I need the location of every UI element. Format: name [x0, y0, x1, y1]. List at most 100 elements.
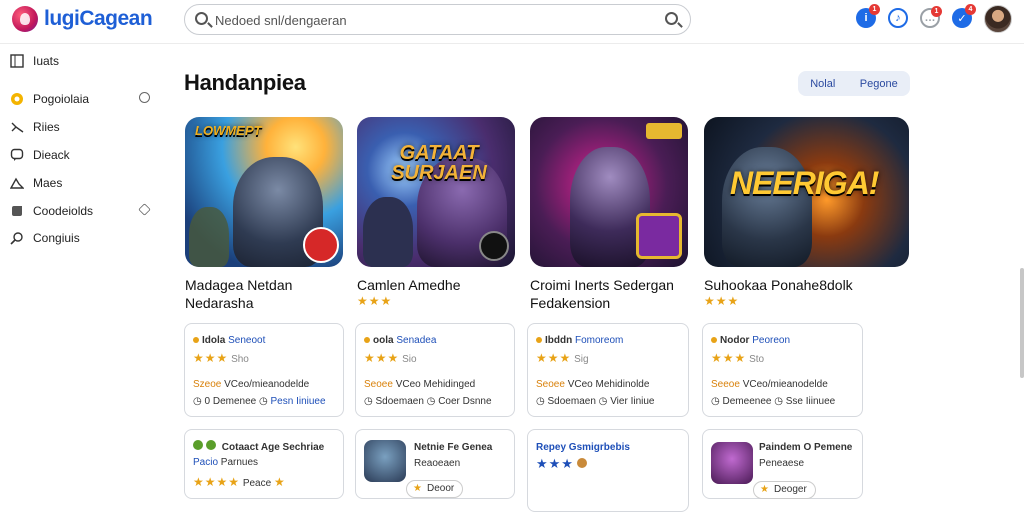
thumb-text: GATAAT SURJAEN — [391, 142, 487, 184]
sidebar-item-congiuis[interactable]: Congiuis — [10, 228, 160, 248]
review-foot-right[interactable]: Coer Dsnne — [438, 396, 491, 407]
badge-icon — [303, 227, 339, 263]
review-desc: VCeo Mehidinolde — [567, 379, 650, 390]
emblem-icon — [479, 231, 509, 261]
app-logo[interactable]: lugiCagean — [12, 6, 153, 32]
rating-stars: ★★★ — [357, 294, 393, 308]
grid-icon — [10, 54, 24, 68]
review-stars: ★★★ — [364, 351, 400, 365]
rating-stars: ★★★ — [704, 294, 740, 308]
sidebar-item-coodeiolds[interactable]: Coodeiolds — [10, 201, 160, 221]
game-thumbnail[interactable]: LOWMEPT — [185, 117, 343, 267]
chat-icon[interactable]: … 1 — [920, 6, 942, 28]
review-foot-left: 0 Demenee — [204, 396, 257, 407]
check-icon[interactable]: ✓ 4 — [952, 4, 976, 28]
review-foot-right[interactable]: Vier Iiniue — [610, 396, 654, 407]
list-card-sub2: Parnues — [220, 457, 259, 468]
game-thumbnail[interactable]: GATAAT SURJAEN — [357, 117, 515, 267]
game-card[interactable]: LOWMEPT Madagea Netdan Nedarasha — [185, 117, 343, 312]
avatar[interactable] — [984, 5, 1012, 33]
sidebar-item-dieack[interactable]: Dieack — [10, 145, 160, 165]
game-card[interactable]: GATAAT SURJAEN Camlen Amedhe ★★★ — [357, 117, 515, 308]
game-card[interactable]: NEERIGA! Suhookaa Ponahe8dolk ★★★ — [704, 117, 909, 308]
review-foot-left: Sdoemaen — [375, 396, 424, 407]
review-desc: VCeo Mehidinged — [395, 379, 476, 390]
search-bar[interactable] — [184, 4, 691, 35]
sidebar-item-label: Pogoiolaia — [33, 92, 90, 106]
review-badge: Senadea — [396, 335, 437, 346]
arrow-icon — [10, 120, 24, 134]
list-card-title: Netnie Fe Genea — [414, 442, 493, 453]
review-rating: Seoee — [536, 379, 565, 390]
review-stars: ★★★ — [193, 351, 229, 365]
review-badge: Fomoreom — [575, 335, 624, 346]
sidebar-item-maes[interactable]: Maes — [9, 173, 160, 193]
game-thumbnail[interactable]: NEERIGA! — [704, 117, 909, 267]
list-card[interactable]: Netnie Fe Genea Reaoeaen Deoor — [355, 429, 515, 499]
tab-pegone[interactable]: Pegone — [860, 78, 898, 90]
thumb-text: LOWMEPT — [195, 123, 262, 138]
logo-text: lugiCagean — [44, 7, 153, 30]
review-badge: Seneoot — [228, 335, 266, 346]
tag-icon — [10, 204, 24, 218]
review-meta: Sto — [749, 354, 765, 365]
list-card[interactable]: Paindem O Pemene Peneaese Deoger — [702, 429, 863, 499]
list-card-pill[interactable]: Deoor — [406, 480, 464, 498]
list-card-stars: ★★★ — [536, 456, 574, 471]
review-card[interactable]: Nodor Peoreon ★★★ Sto Seeoe VCeo/mieanod… — [702, 323, 863, 417]
sidebar-item-label: Coodeiolds — [33, 204, 94, 218]
list-card-stars: ★★★★ — [193, 475, 241, 489]
thumb-text: NEERIGA! — [730, 165, 879, 201]
top-bar: lugiCagean i1 ♪ …1 ✓4 — [0, 0, 1024, 44]
review-rating: Seeoe — [711, 379, 740, 390]
sidebar-item-label: Maes — [33, 176, 63, 190]
mountain-icon — [9, 176, 25, 190]
logo-icon — [12, 6, 38, 32]
review-rating: Seoee — [364, 379, 393, 390]
gear-icon — [138, 203, 151, 216]
list-card-title: Paindem O Pemene — [759, 442, 853, 453]
review-desc: VCeo/mieanodelde — [224, 379, 310, 390]
scrollbar[interactable] — [1020, 268, 1024, 378]
review-foot-right[interactable]: Sse Iiinuee — [786, 396, 835, 407]
page-title: Handanpiea — [184, 70, 306, 95]
search-submit-icon[interactable] — [665, 12, 678, 25]
bell-icon[interactable]: ♪ — [888, 8, 908, 28]
review-user: Nodor — [720, 335, 750, 346]
list-card-title: Repey Gsmigrbebis — [536, 442, 630, 453]
list-card-pill[interactable]: Deoger — [753, 481, 816, 499]
sidebar-item-label: Dieack — [33, 148, 70, 162]
search-input[interactable] — [215, 11, 635, 29]
review-card[interactable]: oola Senadea ★★★ Sio Seoee VCeo Mehiding… — [355, 323, 515, 417]
game-card[interactable]: Croimi Inerts Sedergan Fedakension — [530, 117, 688, 312]
review-user: oola — [373, 335, 394, 346]
review-foot-right[interactable]: Pesn Iiniuee — [271, 396, 326, 407]
review-card[interactable]: Idola Seneoot ★★★ Sho Szeoe VCeo/mieanod… — [184, 323, 344, 417]
sidebar-item-pogoiolaia[interactable]: Pogoiolaia — [10, 89, 160, 109]
review-foot-left: Demeenee — [722, 396, 772, 407]
shield-icon — [636, 213, 682, 259]
game-icon — [364, 440, 406, 482]
review-foot-left: Sdoemaen — [547, 396, 596, 407]
tab-nolal[interactable]: Nolal — [810, 78, 835, 90]
info-icon[interactable]: i1 — [856, 4, 880, 28]
list-card[interactable]: Cotaact Age Sechriae Pacio Parnues ★★★★ … — [184, 429, 344, 499]
review-meta: Sig — [574, 354, 589, 365]
sidebar-item-riies[interactable]: Riies — [10, 117, 160, 137]
review-card[interactable]: Ibddn Fomoreom ★★★ Sig Seoee VCeo Mehidi… — [527, 323, 689, 417]
review-rating: Szeoe — [193, 379, 222, 390]
chat-badge: 1 — [931, 6, 942, 17]
sidebar-item-iuats[interactable]: Iuats — [10, 51, 160, 71]
list-card[interactable]: Repey Gsmigrbebis ★★★ — [527, 429, 689, 512]
game-thumbnail[interactable] — [530, 117, 688, 267]
review-user: Ibddn — [545, 335, 573, 346]
info-badge: 1 — [869, 4, 880, 15]
review-meta: Sio — [402, 354, 417, 365]
list-card-title: Cotaact Age Sechriae — [221, 442, 325, 453]
sidebar-item-label: Iuats — [33, 54, 60, 68]
review-stars: ★★★ — [536, 351, 572, 365]
header-actions: i1 ♪ … 1 ✓ 4 — [856, 4, 976, 28]
chat-icon — [10, 148, 24, 162]
check-badge: 4 — [965, 4, 976, 15]
game-title: Croimi Inerts Sedergan Fedakension — [530, 277, 674, 311]
